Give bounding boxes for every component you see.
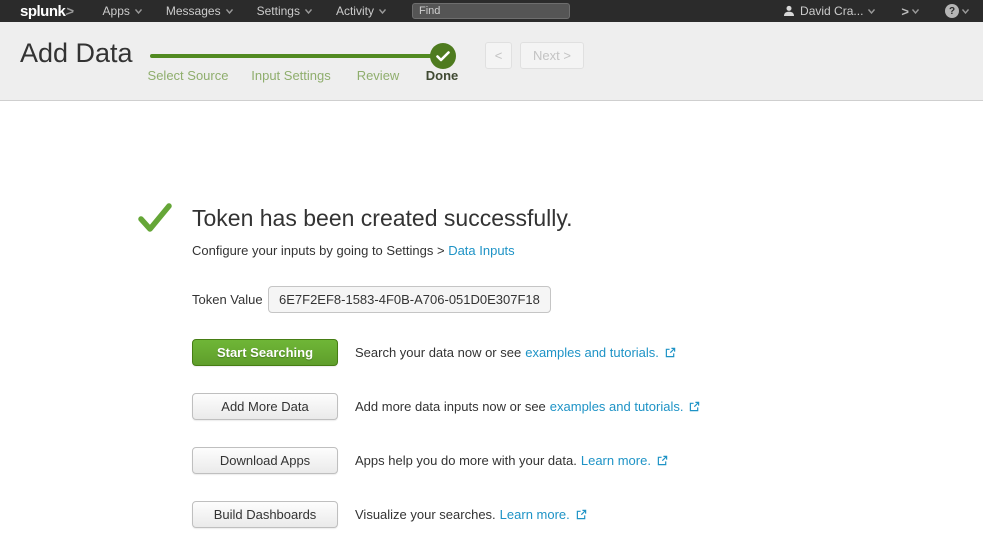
data-inputs-link[interactable]: Data Inputs — [448, 243, 515, 258]
splunk-logo-text: splunk — [20, 3, 65, 20]
action-desc: Apps help you do more with your data. Le… — [355, 453, 668, 468]
step-done: Done — [426, 68, 459, 83]
find-search-input[interactable] — [412, 3, 570, 19]
chevron-down-icon — [962, 9, 969, 14]
action-desc: Search your data now or see examples and… — [355, 345, 676, 360]
chevron-down-icon — [912, 9, 919, 14]
stepper-done-check-icon — [430, 43, 456, 69]
action-row-build-dashboards: Build Dashboards Visualize your searches… — [192, 501, 983, 528]
nav-menu-apps[interactable]: Apps — [103, 4, 142, 18]
nav-menu-messages[interactable]: Messages — [166, 4, 233, 18]
chevron-down-icon — [379, 9, 386, 14]
chevron-down-icon — [305, 9, 312, 14]
page-header: Add Data Select Source Input Settings Re… — [0, 22, 983, 101]
action-desc: Visualize your searches. Learn more. — [355, 507, 587, 522]
nav-menu-activity[interactable]: Activity — [336, 4, 386, 18]
user-menu[interactable]: David Cra... — [783, 4, 875, 18]
external-link-icon — [665, 347, 676, 358]
nav-right-group: David Cra... > ? — [783, 4, 983, 19]
build-dashboards-button[interactable]: Build Dashboards — [192, 501, 338, 528]
action-desc: Add more data inputs now or see examples… — [355, 399, 700, 414]
external-link-icon — [689, 401, 700, 412]
learn-more-link[interactable]: Learn more. — [581, 453, 651, 468]
stepper-progress-bar — [150, 54, 443, 58]
chevron-down-icon — [226, 9, 233, 14]
token-value-label: Token Value — [192, 292, 268, 307]
step-select-source: Select Source — [148, 68, 229, 83]
success-check-icon — [137, 201, 173, 235]
user-icon — [783, 5, 795, 17]
step-input-settings: Input Settings — [251, 68, 331, 83]
chevron-down-icon — [135, 9, 142, 14]
splunk-logo-caret: > — [65, 3, 77, 19]
nav-menu-messages-label: Messages — [166, 4, 221, 18]
share-menu[interactable]: > — [901, 4, 919, 19]
configure-hint-text: Configure your inputs by going to Settin… — [192, 243, 448, 258]
action-row-download-apps: Download Apps Apps help you do more with… — [192, 447, 983, 474]
splunk-logo[interactable]: splunk > — [20, 3, 75, 20]
start-searching-button[interactable]: Start Searching — [192, 339, 338, 366]
nav-menu-apps-label: Apps — [103, 4, 130, 18]
next-button[interactable]: Next > — [520, 42, 584, 69]
download-apps-button[interactable]: Download Apps — [192, 447, 338, 474]
nav-menu-activity-label: Activity — [336, 4, 374, 18]
main-content: Token has been created successfully. Con… — [0, 101, 983, 528]
examples-tutorials-link[interactable]: examples and tutorials. — [550, 399, 684, 414]
nav-menu-settings-label: Settings — [257, 4, 300, 18]
share-icon: > — [901, 4, 909, 19]
learn-more-link[interactable]: Learn more. — [500, 507, 570, 522]
token-value-field: 6E7F2EF8-1583-4F0B-A706-051D0E307F18 — [268, 286, 551, 313]
add-more-data-button[interactable]: Add More Data — [192, 393, 338, 420]
page-title: Add Data — [20, 38, 133, 69]
chevron-down-icon — [868, 9, 875, 14]
top-nav-bar: splunk > Apps Messages Settings Activity… — [0, 0, 983, 22]
configure-hint: Configure your inputs by going to Settin… — [192, 243, 983, 258]
help-menu[interactable]: ? — [945, 4, 969, 18]
success-heading: Token has been created successfully. — [192, 205, 983, 232]
step-review: Review — [357, 68, 400, 83]
nav-menu-settings[interactable]: Settings — [257, 4, 312, 18]
action-row-start-searching: Start Searching Search your data now or … — [192, 339, 983, 366]
header-nav-buttons: < Next > — [485, 42, 584, 69]
user-name: David Cra... — [800, 4, 863, 18]
token-row: Token Value 6E7F2EF8-1583-4F0B-A706-051D… — [192, 286, 983, 313]
action-desc-text: Apps help you do more with your data. — [355, 453, 577, 468]
action-desc-text: Add more data inputs now or see — [355, 399, 546, 414]
action-desc-text: Search your data now or see — [355, 345, 521, 360]
external-link-icon — [576, 509, 587, 520]
back-button[interactable]: < — [485, 42, 512, 69]
action-desc-text: Visualize your searches. — [355, 507, 496, 522]
examples-tutorials-link[interactable]: examples and tutorials. — [525, 345, 659, 360]
action-row-add-more-data: Add More Data Add more data inputs now o… — [192, 393, 983, 420]
help-icon: ? — [945, 4, 959, 18]
external-link-icon — [657, 455, 668, 466]
